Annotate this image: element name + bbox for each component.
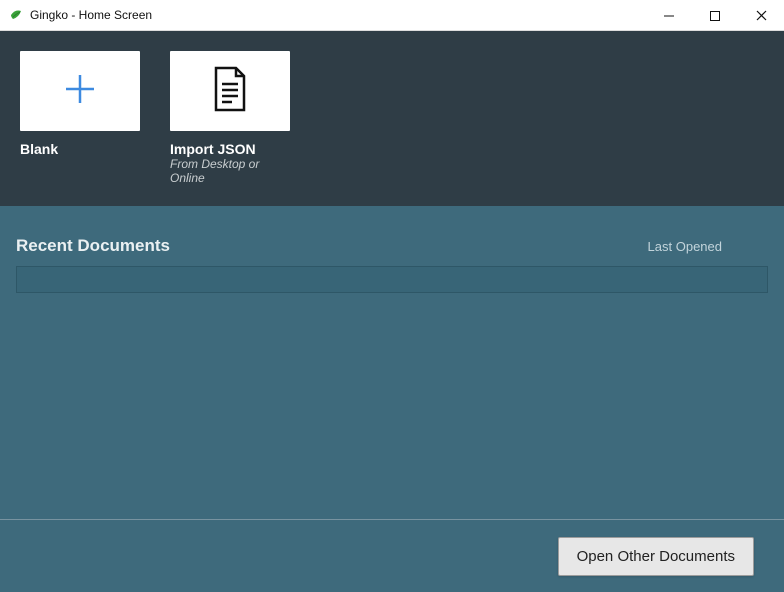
- recent-panel: Recent Documents Last Opened: [0, 206, 784, 519]
- last-opened-label: Last Opened: [648, 239, 722, 254]
- templates-panel: Blank Import JSON: [0, 31, 784, 206]
- template-blank[interactable]: Blank: [20, 51, 140, 185]
- template-blank-box: [20, 51, 140, 131]
- document-icon: [210, 66, 250, 117]
- titlebar: Gingko - Home Screen: [0, 0, 784, 31]
- template-cards: Blank Import JSON: [20, 51, 764, 185]
- recent-row-empty[interactable]: [16, 266, 768, 293]
- minimize-button[interactable]: [646, 0, 692, 31]
- close-button[interactable]: [738, 0, 784, 31]
- recent-heading: Recent Documents: [16, 236, 170, 256]
- window-controls: [646, 0, 784, 31]
- plus-icon: [60, 69, 100, 114]
- footer: Open Other Documents: [0, 519, 784, 592]
- recent-header: Recent Documents Last Opened: [16, 236, 768, 256]
- template-import-title: Import JSON: [170, 141, 290, 157]
- template-import-box: [170, 51, 290, 131]
- template-blank-title: Blank: [20, 141, 140, 157]
- app-body: Blank Import JSON: [0, 31, 784, 592]
- window-title: Gingko - Home Screen: [30, 8, 152, 22]
- open-other-documents-button[interactable]: Open Other Documents: [558, 537, 754, 576]
- template-import-json[interactable]: Import JSON From Desktop or Online: [170, 51, 290, 185]
- template-import-subtitle: From Desktop or Online: [170, 157, 290, 185]
- app-icon: [8, 7, 24, 23]
- maximize-button[interactable]: [692, 0, 738, 31]
